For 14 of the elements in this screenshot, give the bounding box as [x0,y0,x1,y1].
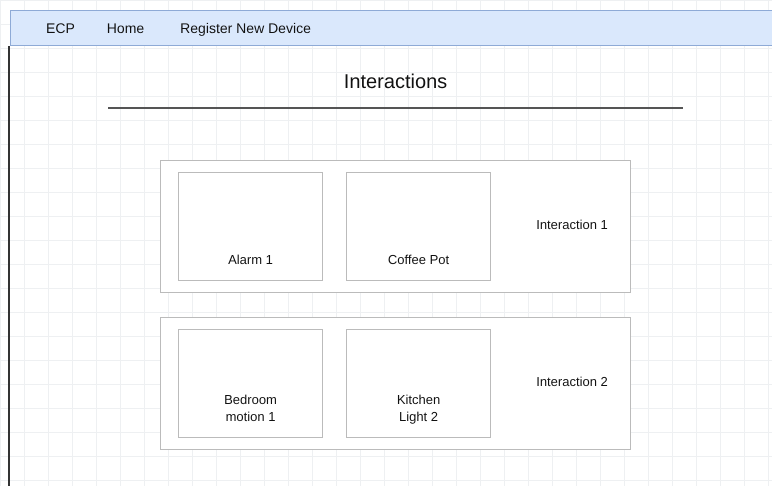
device-name: Coffee Pot [388,251,450,268]
nav-link[interactable]: Register New Device [180,20,311,36]
interaction-label: Interaction 1 [536,217,608,232]
interaction-label: Interaction 2 [536,374,608,389]
device-name: Bedroom motion 1 [224,391,277,425]
device-name: Kitchen Light 2 [396,391,440,425]
page-title: Interactions [344,70,448,94]
device-tile[interactable]: Kitchen Light 2 [346,329,491,438]
device-tile[interactable]: Alarm 1 [178,172,323,281]
nav-link[interactable]: ECP [46,20,75,36]
device-tile[interactable]: Coffee Pot [346,172,491,281]
device-name: Alarm 1 [228,251,273,268]
device-tile[interactable]: Bedroom motion 1 [178,329,323,438]
nav-link[interactable]: Home [106,20,144,36]
